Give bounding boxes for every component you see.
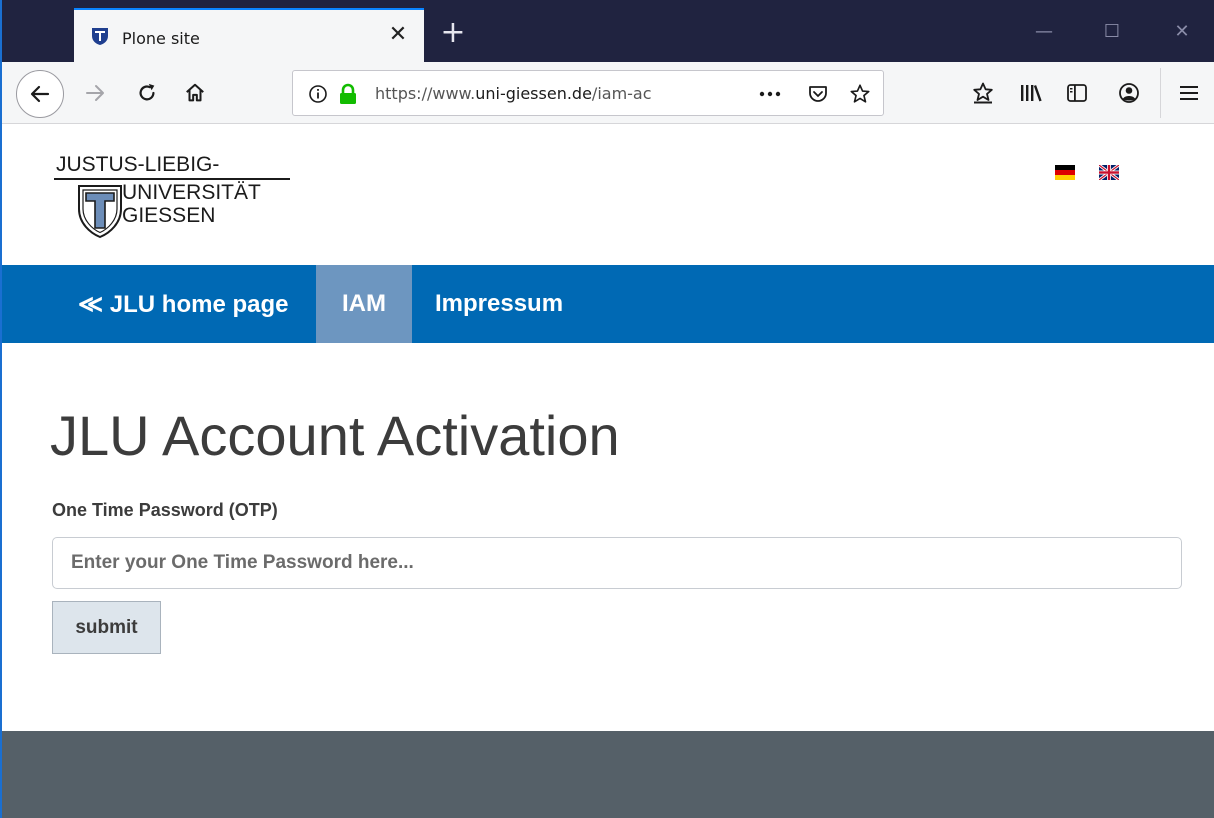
pocket-icon[interactable] <box>807 83 829 105</box>
jlu-shield-icon <box>78 185 122 239</box>
url-fade <box>673 75 713 111</box>
nav-impressum-link[interactable]: Impressum <box>435 265 563 343</box>
tab-close-icon[interactable]: ✕ <box>386 23 410 47</box>
toolbar-separator <box>1160 68 1161 118</box>
german-flag-icon[interactable] <box>1055 165 1075 180</box>
nav-iam-link[interactable]: IAM <box>316 265 412 343</box>
menu-button[interactable] <box>1172 76 1206 110</box>
logo-rule <box>54 178 290 180</box>
bookmarks-star-icon <box>973 82 993 104</box>
account-button[interactable] <box>1112 76 1146 110</box>
back-arrow-icon <box>30 85 50 103</box>
page-footer <box>2 731 1214 818</box>
home-icon <box>186 83 204 102</box>
main-navigation: ≪ JLU home page IAM Impressum <box>2 265 1214 343</box>
logo-text-line1: JUSTUS-LIEBIG- <box>56 153 220 176</box>
menu-icon <box>1180 86 1198 100</box>
url-host: uni-giessen.de <box>475 84 592 103</box>
back-button[interactable] <box>16 70 64 118</box>
nav-jlu-home-link[interactable]: ≪ JLU home page <box>78 265 289 343</box>
bookmark-star-icon[interactable] <box>849 83 871 105</box>
logo-text-line2: UNIVERSITÄT <box>122 181 261 204</box>
page-title: JLU Account Activation <box>50 404 620 467</box>
url-text[interactable]: https://www.uni-giessen.de/iam-ac <box>375 84 705 103</box>
forward-button[interactable] <box>78 76 112 110</box>
sidebar-icon <box>1067 84 1087 102</box>
bookmarks-toolbar-button[interactable] <box>966 76 1000 110</box>
reload-button[interactable] <box>130 76 164 110</box>
account-icon <box>1119 83 1139 103</box>
otp-input[interactable] <box>52 537 1182 589</box>
tab-title: Plone site <box>122 29 200 48</box>
library-button[interactable] <box>1014 76 1048 110</box>
forward-arrow-icon <box>86 85 104 101</box>
otp-label: One Time Password (OTP) <box>52 500 278 520</box>
navigation-toolbar: https://www.uni-giessen.de/iam-ac <box>2 62 1214 124</box>
more-icon[interactable] <box>759 83 781 105</box>
new-tab-button[interactable]: + <box>438 18 468 48</box>
tab-bar: Plone site ✕ + — ☐ ✕ <box>2 0 1214 62</box>
url-path: /iam-ac <box>591 84 652 103</box>
url-bar[interactable]: https://www.uni-giessen.de/iam-ac <box>292 70 884 116</box>
window-close-icon[interactable]: ✕ <box>1172 22 1192 42</box>
jlu-favicon-icon <box>92 28 108 45</box>
jlu-logo[interactable]: JUSTUS-LIEBIG- UNIVERSITÄT GIESSEN <box>54 153 294 239</box>
browser-window: Plone site ✕ + — ☐ ✕ https://www.uni-gie… <box>0 0 1214 818</box>
url-scheme: https://www. <box>375 84 476 103</box>
minimize-icon[interactable]: — <box>1034 22 1054 42</box>
reload-icon <box>139 83 155 101</box>
home-button[interactable] <box>178 76 212 110</box>
tab-plone-site[interactable]: Plone site ✕ <box>74 8 424 62</box>
lock-icon[interactable] <box>337 83 359 105</box>
logo-text-line3: GIESSEN <box>122 204 216 227</box>
info-icon[interactable] <box>307 83 329 105</box>
submit-button[interactable]: submit <box>52 601 161 654</box>
library-icon <box>1021 85 1042 102</box>
uk-flag-icon[interactable] <box>1099 165 1119 180</box>
page-content: JUSTUS-LIEBIG- UNIVERSITÄT GIESSEN ≪ JLU… <box>2 125 1214 818</box>
sidebar-button[interactable] <box>1060 76 1094 110</box>
maximize-icon[interactable]: ☐ <box>1102 22 1122 42</box>
